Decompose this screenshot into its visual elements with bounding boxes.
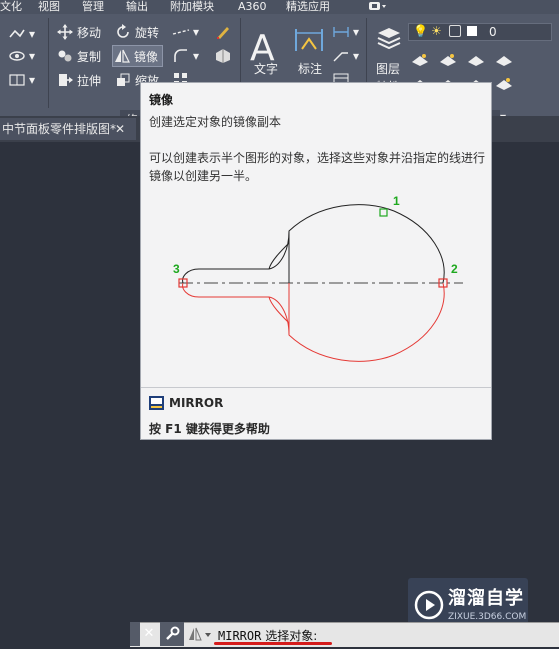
menu-item-culture[interactable]: 文化	[0, 0, 22, 14]
mirror-diagram: 1 2 3	[173, 194, 463, 362]
command-line-prompt: 选择对象:	[265, 629, 318, 643]
menu-item-a360[interactable]: A360	[238, 0, 267, 14]
tooltip-title: 镜像	[149, 93, 174, 107]
rotate-icon	[114, 24, 132, 40]
draw-tool-button[interactable]: ▾	[8, 24, 35, 44]
rotate-label: 旋转	[135, 25, 160, 40]
pick-point-1-marker	[379, 208, 388, 217]
play-logo-icon	[414, 590, 444, 620]
stretch-button[interactable]: 拉伸	[56, 70, 101, 90]
mirror-tooltip: 镜像 创建选定对象的镜像副本 可以创建表示半个图形的对象，选择这些对象并沿指定的…	[140, 82, 492, 440]
tooltip-divider	[141, 387, 491, 388]
dimension-button[interactable]	[294, 24, 324, 58]
lock-icon	[449, 25, 461, 37]
command-line-close-icon[interactable]: ✕	[142, 626, 156, 642]
menu-item-featured-apps[interactable]: 精选应用	[286, 0, 330, 14]
move-label: 移动	[77, 25, 102, 40]
bulb-icon: 💡	[413, 24, 428, 38]
command-line-command: MIRROR	[218, 629, 262, 643]
move-button[interactable]: 移动	[56, 22, 101, 42]
point-label-3: 3	[173, 262, 180, 276]
trim-button[interactable]: ▾	[172, 22, 199, 42]
mirror-button[interactable]: 镜像	[112, 45, 164, 67]
fillet-button[interactable]: ▾	[172, 46, 199, 66]
orbit-icon	[8, 48, 26, 64]
sun-icon: ☀	[431, 24, 442, 38]
menu-item-addons[interactable]: 附加模块	[170, 0, 214, 14]
dimension-label: 标注	[298, 62, 323, 76]
command-line-customize-button[interactable]	[160, 622, 184, 646]
layer-properties-button[interactable]	[374, 22, 404, 56]
command-icon	[149, 396, 164, 410]
rotate-button[interactable]: 旋转	[114, 22, 159, 42]
original-shape	[182, 204, 445, 284]
scale-icon	[114, 72, 132, 88]
copy-label: 复制	[77, 49, 102, 64]
copy-button[interactable]: 复制	[56, 46, 101, 66]
layer-dropdown[interactable]: 💡 ☀ 0	[408, 23, 552, 41]
command-line-grip[interactable]	[130, 622, 140, 646]
cube-icon	[214, 48, 232, 64]
linear-dim-button[interactable]: ▾	[332, 22, 359, 42]
fillet-icon	[172, 48, 190, 64]
erase-button[interactable]	[214, 22, 235, 42]
view-tool-button[interactable]: ▾	[8, 46, 35, 66]
layers-label: 图层	[376, 62, 401, 76]
grid-tool-button[interactable]: ▾	[8, 70, 35, 90]
point-label-1: 1	[393, 194, 400, 208]
tab-close-icon[interactable]: ✕	[112, 118, 128, 140]
tooltip-subtitle: 创建选定对象的镜像副本	[149, 115, 282, 129]
move-icon	[56, 24, 74, 40]
current-layer-name: 0	[489, 25, 497, 39]
stretch-icon	[56, 72, 74, 88]
mirror-icon	[113, 48, 131, 64]
leader-icon	[332, 48, 350, 64]
command-history-button[interactable]	[188, 626, 214, 642]
watermark-title: 溜溜自学	[448, 588, 524, 609]
text-label: 文字	[254, 62, 279, 76]
tooltip-description: 可以创建表示半个图形的对象，选择这些对象并沿指定的线进行镜像以创建另一半。	[149, 151, 486, 183]
polyline-icon	[8, 26, 26, 42]
linear-dimension-icon	[332, 24, 350, 40]
mirrored-shape	[182, 282, 445, 362]
layers-icon	[374, 23, 404, 56]
ribbon-separator	[48, 18, 49, 108]
tooltip-command-name: MIRROR	[169, 396, 224, 410]
menu-bar: 文化 视图 管理 输出 附加模块 A360 精选应用	[0, 0, 559, 14]
explode-button[interactable]	[214, 46, 235, 66]
menu-item-manage[interactable]: 管理	[82, 0, 104, 14]
trim-icon	[172, 24, 190, 40]
dimension-icon	[294, 25, 324, 58]
mirror-label: 镜像	[134, 49, 159, 64]
pencil-icon	[214, 24, 232, 40]
point-label-2: 2	[451, 262, 458, 276]
red-annotation-underline	[214, 642, 332, 645]
leader-button[interactable]: ▾	[332, 46, 359, 66]
copy-icon	[56, 48, 74, 64]
menu-item-output[interactable]: 输出	[126, 0, 148, 14]
mirror-command-icon	[189, 627, 211, 641]
tooltip-help-hint: 按 F1 键获得更多帮助	[149, 422, 270, 436]
watermark-url: ZIXUE.3D66.COM	[448, 612, 527, 622]
wrench-icon	[166, 626, 180, 640]
color-swatch-icon	[467, 26, 477, 36]
grid-icon	[8, 72, 26, 88]
menu-item-view[interactable]: 视图	[38, 0, 60, 14]
stretch-label: 拉伸	[77, 73, 102, 88]
